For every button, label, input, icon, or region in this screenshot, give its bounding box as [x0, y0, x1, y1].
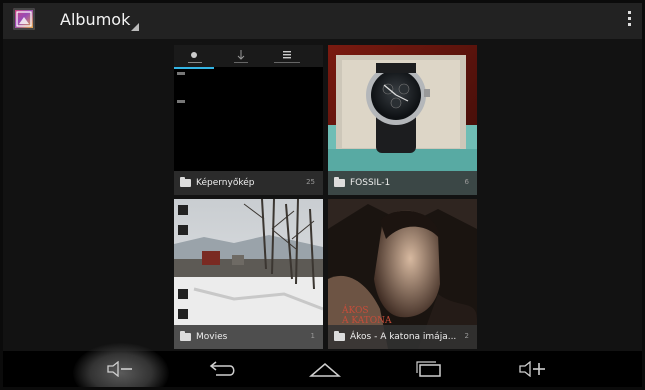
album-label: FOSSIL-1 6 [328, 171, 477, 195]
volume-up-button[interactable] [503, 351, 563, 387]
album-grid: Képernyőkép 25 FOSSIL-1 6 Movies 1 ÁKOS … [3, 39, 642, 351]
navigation-bar [3, 343, 642, 387]
album-name: Képernyőkép [196, 178, 255, 188]
folder-icon [334, 331, 345, 341]
overflow-menu-icon[interactable] [626, 11, 632, 31]
album-label: Movies 1 [174, 325, 323, 349]
folder-icon [180, 331, 191, 341]
spinner-indicator-icon[interactable] [131, 23, 139, 31]
gallery-icon[interactable] [13, 8, 35, 30]
recent-apps-button[interactable] [399, 351, 459, 387]
home-icon [309, 363, 341, 377]
album-name: FOSSIL-1 [350, 178, 391, 188]
album-label: Képernyőkép 25 [174, 171, 323, 195]
album-tile-fossil[interactable]: FOSSIL-1 6 [328, 45, 477, 195]
album-count: 6 [464, 178, 469, 186]
thumbnail-tab-bar [174, 45, 323, 67]
screen: Albumok Képernyőkép 25 FOSSIL-1 6 Movies… [3, 3, 642, 387]
album-cover-title: ÁKOS [341, 304, 369, 316]
album-tile-kepernyokep[interactable]: Képernyőkép 25 [174, 45, 323, 195]
album-count: 2 [464, 332, 469, 340]
album-count: 25 [306, 178, 315, 186]
thumbnail-text-line [177, 100, 185, 103]
recent-apps-icon [416, 361, 441, 377]
thumbnail-tab-indicator [174, 67, 214, 69]
album-name: Movies [196, 332, 228, 342]
folder-icon [180, 177, 191, 187]
album-tile-movies[interactable]: Movies 1 [174, 199, 323, 349]
volume-down-icon [107, 361, 132, 377]
page-title[interactable]: Albumok [60, 10, 130, 29]
album-label: Ákos - A katona imája... 2 [328, 325, 477, 349]
thumbnail-screenshot-icon [188, 50, 300, 63]
album-tile-akos[interactable]: ÁKOS A KATONA Ákos - A katona imája... 2 [328, 199, 477, 349]
back-icon [209, 361, 235, 376]
album-name: Ákos - A katona imája... [350, 332, 457, 342]
volume-down-button[interactable] [91, 351, 151, 387]
action-bar: Albumok [3, 3, 642, 39]
back-button[interactable] [193, 351, 253, 387]
folder-icon [334, 177, 345, 187]
album-count: 1 [310, 332, 315, 340]
thumbnail-text-line [177, 72, 185, 75]
volume-up-icon [519, 361, 545, 377]
home-button[interactable] [295, 351, 355, 387]
